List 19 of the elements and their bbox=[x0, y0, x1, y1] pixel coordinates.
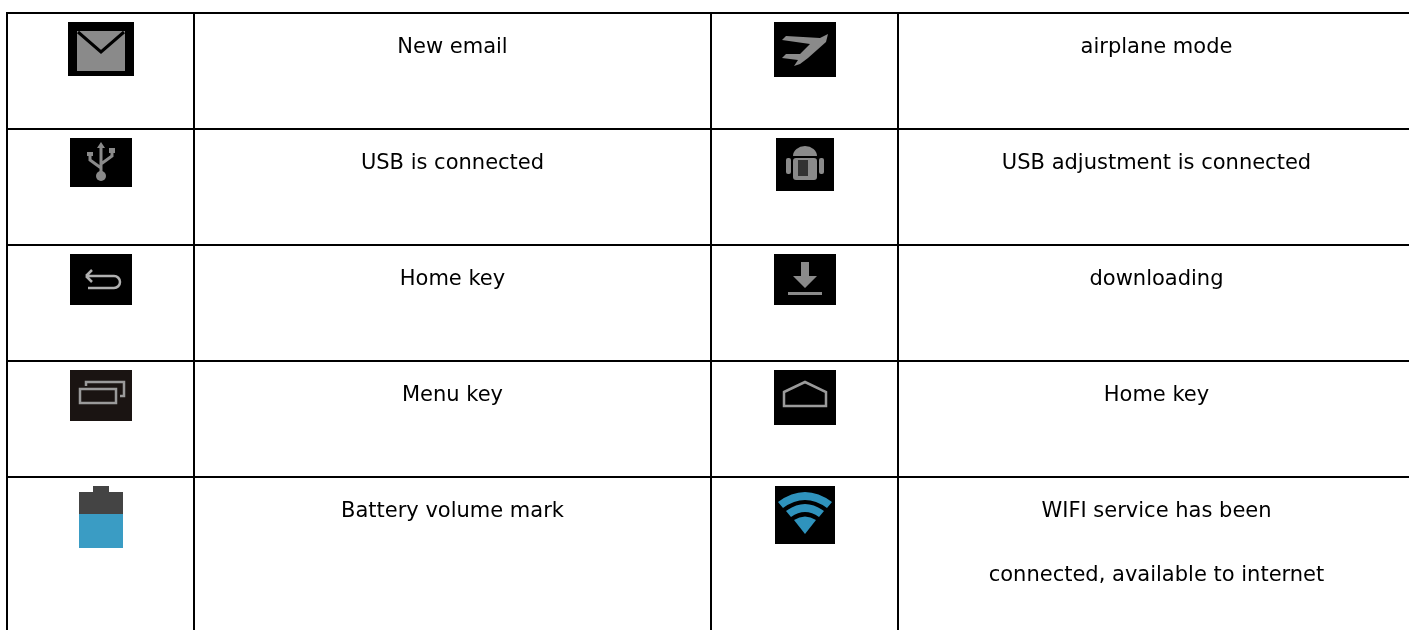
wifi-icon bbox=[774, 486, 835, 544]
table-cell-text: USB is connected bbox=[360, 149, 545, 176]
robot-icon bbox=[775, 138, 834, 191]
table-cell-text: Menu key bbox=[401, 381, 504, 408]
table-cell-text: Home key bbox=[399, 265, 506, 292]
airplane-icon bbox=[773, 22, 836, 77]
table-cell-text: airplane mode bbox=[1080, 33, 1233, 60]
stacked-windows-icon bbox=[69, 370, 132, 421]
envelope-icon bbox=[67, 22, 134, 76]
usb-icon bbox=[69, 138, 132, 187]
table-cell-text: WIFI service has been connected, available to internet bbox=[988, 497, 1325, 588]
table-cell-text: downloading bbox=[1089, 265, 1224, 292]
table-cell-text: New email bbox=[397, 33, 508, 60]
table-cell-text: Battery volume mark bbox=[341, 497, 564, 524]
download-icon bbox=[773, 254, 836, 305]
table-cell-text: USB adjustment is connected bbox=[1001, 149, 1312, 176]
house-outline-icon bbox=[773, 370, 836, 425]
table-cell-text: Home key bbox=[1103, 381, 1210, 408]
battery-icon bbox=[78, 486, 123, 550]
